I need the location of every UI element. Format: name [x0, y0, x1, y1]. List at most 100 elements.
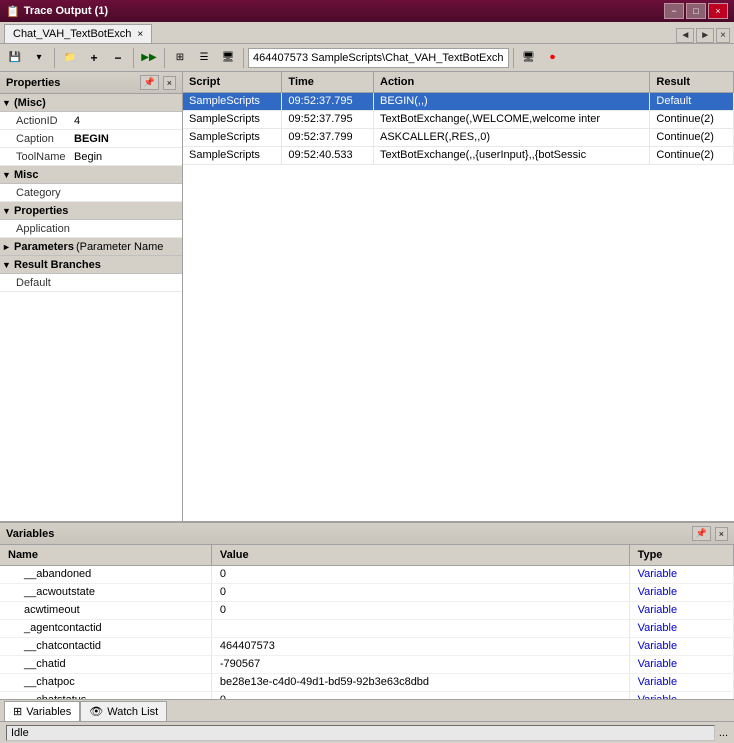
misc2-label: Misc	[14, 169, 38, 181]
tab-nav-left[interactable]: ◄	[676, 28, 694, 43]
tab-chat-vah[interactable]: Chat_VAH_TextBotExch ×	[4, 24, 152, 43]
var-value: be28e13e-c4d0-49d1-bd59-92b3e63c8dbd	[211, 673, 629, 691]
trace-row[interactable]: SampleScripts09:52:37.795BEGIN(,,)Defaul…	[183, 92, 734, 110]
application-name: Application	[0, 223, 70, 235]
variables-tab-label: Variables	[26, 706, 71, 718]
variables-panel: Variables 📌 × Name Value Type __abandone…	[0, 521, 734, 721]
trace-cell-time: 09:52:40.533	[282, 146, 374, 164]
props-row-default: Default	[0, 274, 182, 292]
trace-row[interactable]: SampleScripts09:52:40.533TextBotExchange…	[183, 146, 734, 164]
monitor-button[interactable]: 🖥	[217, 47, 239, 69]
trace-cell-script: SampleScripts	[183, 146, 282, 164]
tab-variables[interactable]: ⊞ Variables	[4, 701, 80, 721]
title-bar: 📋 Trace Output (1) − □ ×	[0, 0, 734, 22]
vars-header-row: Name Value Type	[0, 545, 734, 565]
variables-scroll[interactable]: Name Value Type __abandoned0Variable__ac…	[0, 545, 734, 699]
screen-button[interactable]: 🖥	[518, 47, 540, 69]
trace-cell-time: 09:52:37.799	[282, 128, 374, 146]
variables-pin-button[interactable]: 📌	[692, 526, 711, 541]
vars-row[interactable]: __acwoutstate0Variable	[0, 583, 734, 601]
dropdown-button[interactable]: ▾	[28, 47, 50, 69]
open-button[interactable]: 📁	[59, 47, 81, 69]
vars-row[interactable]: __chatstatus0Variable	[0, 691, 734, 699]
misc2-toggle[interactable]: ▼	[2, 170, 14, 180]
var-type: Variable	[629, 583, 733, 601]
vars-row[interactable]: _agentcontactidVariable	[0, 619, 734, 637]
toolname-name: ToolName	[0, 151, 70, 163]
properties-toggle[interactable]: ▼	[2, 206, 14, 216]
trace-cell-action: BEGIN(,,)	[374, 92, 650, 110]
col-action: Action	[374, 72, 650, 92]
trace-row[interactable]: SampleScripts09:52:37.795TextBotExchange…	[183, 110, 734, 128]
tab-nav: ◄ ► ×	[676, 28, 734, 43]
toolbar: 💾 ▾ 📁 + − ▶▶ ⊞ ☰ 🖥 464407573 SampleScrip…	[0, 44, 734, 72]
minimize-button[interactable]: −	[664, 3, 684, 19]
results-toggle[interactable]: ▼	[2, 260, 14, 270]
misc-toggle[interactable]: ▼	[2, 98, 14, 108]
var-name: __chatcontactid	[0, 637, 211, 655]
var-value: 0	[211, 691, 629, 699]
var-type: Variable	[629, 691, 733, 699]
results-label: Result Branches	[14, 259, 101, 271]
tab-close-icon[interactable]: ×	[137, 29, 143, 40]
remove-button[interactable]: −	[107, 47, 129, 69]
trace-cell-result: Continue(2)	[650, 146, 734, 164]
vars-row[interactable]: __chatcontactid464407573Variable	[0, 637, 734, 655]
col-var-type: Type	[629, 545, 733, 565]
trace-scroll[interactable]: Script Time Action Result SampleScripts0…	[183, 72, 734, 521]
parameters-toggle[interactable]: ►	[2, 242, 14, 252]
properties-sub-label: Properties	[14, 205, 68, 217]
trace-cell-action: TextBotExchange(,WELCOME,welcome inter	[374, 110, 650, 128]
props-row-application: Application	[0, 220, 182, 238]
vars-row[interactable]: __abandoned0Variable	[0, 565, 734, 583]
variables-title: Variables	[6, 528, 688, 540]
col-result: Result	[650, 72, 734, 92]
status-text: Idle	[6, 725, 715, 741]
var-name: __acwoutstate	[0, 583, 211, 601]
close-button[interactable]: ×	[708, 3, 728, 19]
var-value: 464407573	[211, 637, 629, 655]
actionid-name: ActionID	[0, 115, 70, 127]
vars-row[interactable]: acwtimeout0Variable	[0, 601, 734, 619]
variables-close-button[interactable]: ×	[715, 527, 728, 541]
props-section-properties: ▼ Properties	[0, 202, 182, 220]
vars-row[interactable]: __chatid-790567Variable	[0, 655, 734, 673]
trace-row[interactable]: SampleScripts09:52:37.799ASKCALLER(,RES,…	[183, 128, 734, 146]
record-button[interactable]: ⏺	[542, 47, 564, 69]
properties-close-button[interactable]: ×	[163, 76, 176, 90]
category-name: Category	[0, 187, 70, 199]
trace-cell-result: Continue(2)	[650, 110, 734, 128]
var-value: 0	[211, 565, 629, 583]
grid-view-button[interactable]: ⊞	[169, 47, 191, 69]
actionid-value: 4	[70, 115, 182, 127]
var-type: Variable	[629, 565, 733, 583]
toolbar-sep-5	[513, 48, 514, 68]
tab-watchlist[interactable]: 👁 Watch List	[80, 701, 167, 721]
properties-pin-button[interactable]: 📌	[140, 75, 159, 90]
trace-cell-script: SampleScripts	[183, 128, 282, 146]
var-type: Variable	[629, 601, 733, 619]
title-bar-title: Trace Output (1)	[24, 5, 108, 17]
variables-table: Name Value Type __abandoned0Variable__ac…	[0, 545, 734, 699]
toolbar-sep-3	[164, 48, 165, 68]
run-all-button[interactable]: ▶▶	[138, 47, 160, 69]
tab-nav-close[interactable]: ×	[716, 28, 730, 43]
app-icon: 📋	[6, 5, 20, 18]
main-area: Properties 📌 × ▼ (Misc) ActionID 4 Capti…	[0, 72, 734, 521]
var-type: Variable	[629, 655, 733, 673]
props-row-actionid: ActionID 4	[0, 112, 182, 130]
trace-panel: Script Time Action Result SampleScripts0…	[183, 72, 734, 521]
add-button[interactable]: +	[83, 47, 105, 69]
props-section-misc2: ▼ Misc	[0, 166, 182, 184]
toolbar-sep-4	[243, 48, 244, 68]
props-section-misc: ▼ (Misc)	[0, 94, 182, 112]
col-time: Time	[282, 72, 374, 92]
tab-nav-right[interactable]: ►	[696, 28, 714, 43]
status-bar: Idle ...	[0, 721, 734, 743]
save-button[interactable]: 💾	[4, 47, 26, 69]
maximize-button[interactable]: □	[686, 3, 706, 19]
list-view-button[interactable]: ☰	[193, 47, 215, 69]
toolname-value: Begin	[70, 151, 182, 163]
vars-row[interactable]: __chatpocbe28e13e-c4d0-49d1-bd59-92b3e63…	[0, 673, 734, 691]
var-value: 0	[211, 601, 629, 619]
